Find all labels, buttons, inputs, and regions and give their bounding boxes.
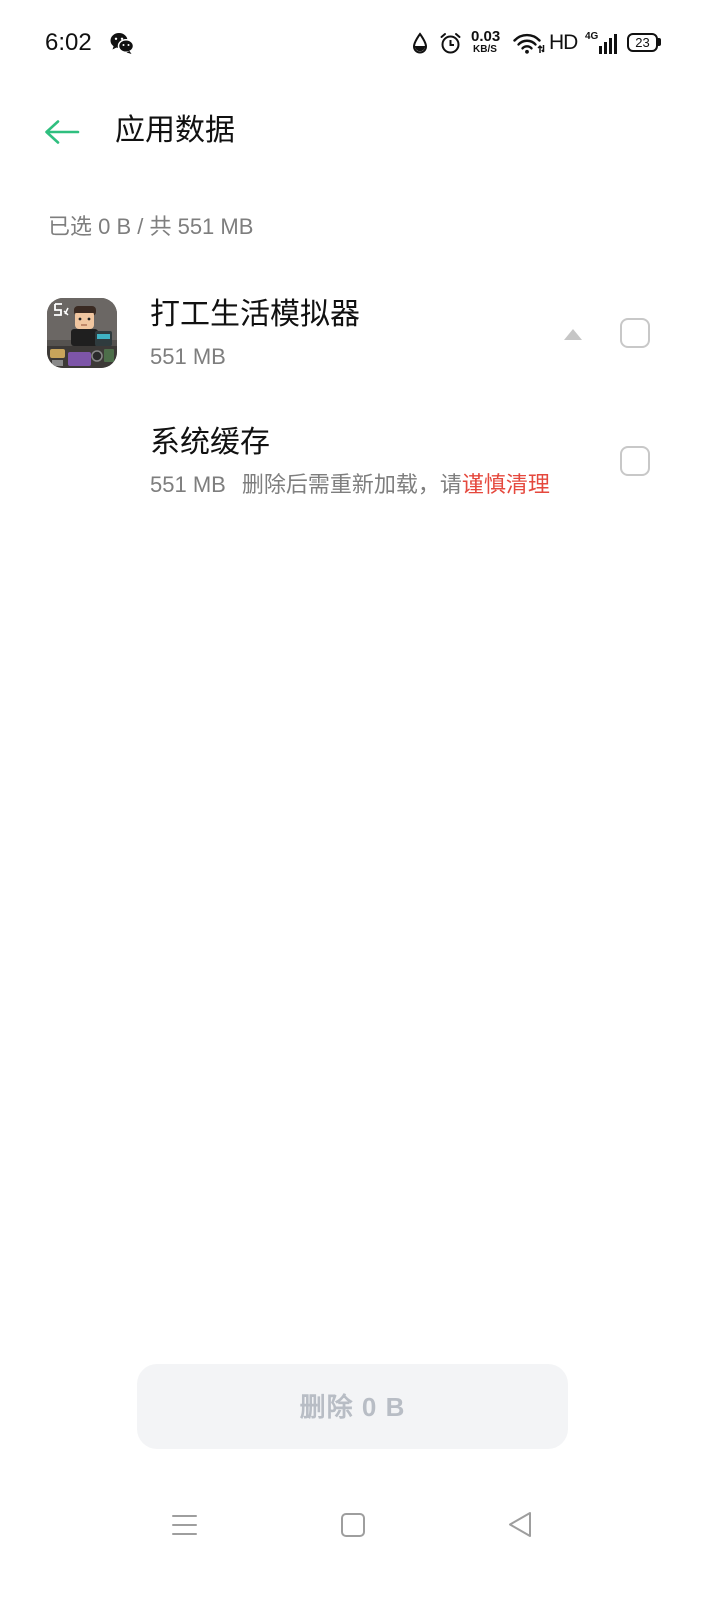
battery-nub [658, 38, 661, 46]
cache-warning: 谨慎清理 [461, 472, 550, 497]
cache-note: 删除后需重新加载，请 [241, 472, 462, 497]
water-drop-icon [412, 32, 428, 54]
system-cache-row[interactable]: 系统缓存 551 MB 删除后需重新加载，请谨慎清理 [0, 408, 720, 516]
network-speed-unit: KB/S [473, 44, 497, 55]
cache-checkbox[interactable] [620, 446, 650, 476]
back-triangle-icon[interactable] [507, 1511, 532, 1538]
status-bar: 6:02 0.03 KB/S HD 4G 23 [0, 0, 720, 86]
network-type: 4G [585, 31, 599, 42]
wifi-icon [513, 33, 545, 54]
selection-summary: 已选 0 B / 共 551 MB [48, 214, 254, 239]
cache-subtitle: 551 MB 删除后需重新加载，请谨慎清理 [150, 472, 550, 498]
cache-size: 551 MB [150, 472, 226, 497]
back-button[interactable] [40, 112, 84, 152]
app-checkbox[interactable] [620, 318, 650, 348]
delete-button[interactable]: 删除 0 B [137, 1364, 568, 1449]
wechat-icon [110, 32, 135, 54]
menu-icon[interactable] [172, 1514, 197, 1536]
delete-button-label: 删除 0 B [299, 1391, 406, 1422]
home-square-icon[interactable] [341, 1513, 365, 1537]
status-time: 6:02 [45, 29, 92, 56]
app-row[interactable]: 打工生活模拟器 551 MB [0, 280, 720, 388]
page-title: 应用数据 [115, 114, 235, 147]
signal-icon [599, 33, 617, 54]
app-name: 打工生活模拟器 [150, 298, 360, 331]
arrow-left-icon [45, 120, 80, 144]
network-speed-value: 0.03 [471, 28, 501, 45]
caret-up-icon[interactable] [564, 327, 582, 340]
alarm-icon [439, 32, 462, 54]
cache-name: 系统缓存 [150, 426, 270, 459]
hd-indicator: HD [549, 31, 578, 54]
battery-icon: 23 [627, 33, 658, 52]
game-app-icon [47, 298, 117, 368]
app-size: 551 MB [150, 344, 226, 369]
